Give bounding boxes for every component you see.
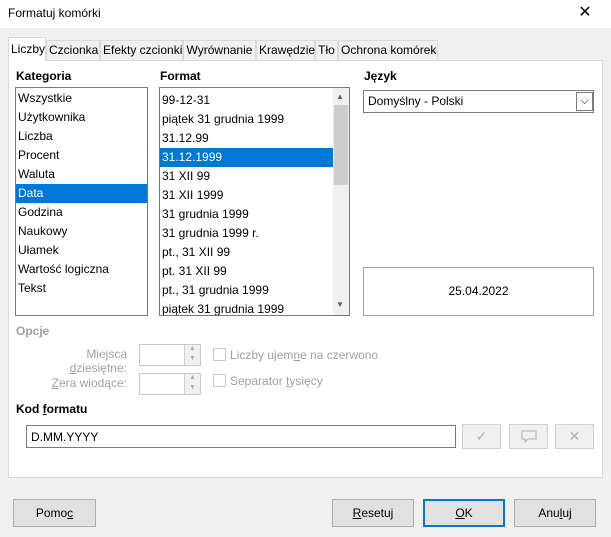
scroll-down-icon[interactable]: ▼ bbox=[336, 300, 344, 309]
format-item[interactable]: piątek 31 grudnia 1999 bbox=[160, 300, 334, 315]
language-label: Język bbox=[364, 69, 397, 83]
check-icon: ✓ bbox=[475, 428, 488, 444]
format-item[interactable]: 31.12.99 bbox=[160, 129, 334, 148]
category-label: Kategoria bbox=[16, 69, 72, 83]
leading-zeros-label: Zera wiodące: bbox=[51, 376, 127, 390]
format-code-label: Kod formatu bbox=[16, 402, 88, 416]
negative-red-checkbox[interactable] bbox=[213, 348, 226, 361]
language-select[interactable]: Domyślny - Polski ⌵ bbox=[363, 90, 594, 113]
tab-czcionka[interactable]: Czcionka bbox=[46, 40, 100, 60]
category-list[interactable]: Wszystkie Użytkownika Liczba Procent Waluta D… bbox=[15, 87, 148, 316]
spin-down-icon[interactable]: ▼ bbox=[189, 384, 196, 391]
decimal-places-label: Miejsca dziesiętne: bbox=[69, 347, 127, 375]
tab-liczby[interactable]: Liczby bbox=[8, 37, 46, 61]
scroll-up-icon[interactable]: ▲ bbox=[336, 92, 344, 101]
category-item[interactable]: Naukowy bbox=[16, 222, 147, 241]
format-item[interactable]: 31 XII 1999 bbox=[160, 186, 334, 205]
category-item[interactable]: Liczba bbox=[16, 127, 147, 146]
ok-button[interactable]: OK bbox=[423, 499, 505, 527]
format-code-value: D.MM.YYYY bbox=[31, 430, 99, 444]
format-item[interactable]: 31.12.1999 bbox=[160, 148, 334, 167]
negative-red-label: Liczby ujemne na czerwono bbox=[230, 348, 379, 362]
tab-ochrona-komorek[interactable]: Ochrona komórek bbox=[338, 40, 438, 60]
chevron-down-icon[interactable]: ⌵ bbox=[576, 92, 593, 111]
category-item[interactable]: Godzina bbox=[16, 203, 147, 222]
comment-format-button[interactable] bbox=[509, 424, 548, 449]
language-value: Domyślny - Polski bbox=[368, 94, 464, 108]
category-item[interactable]: Użytkownika bbox=[16, 108, 147, 127]
tab-efekty-czcionki[interactable]: Efekty czcionki bbox=[100, 40, 183, 60]
category-item[interactable]: Tekst bbox=[16, 279, 147, 298]
category-item[interactable]: Wartość logiczna bbox=[16, 260, 147, 279]
spin-up-icon[interactable]: ▲ bbox=[189, 345, 196, 352]
spinner-buttons: ▲ ▼ bbox=[184, 345, 200, 365]
comment-icon bbox=[521, 430, 536, 444]
format-label: Format bbox=[160, 69, 201, 83]
format-code-input[interactable]: D.MM.YYYY bbox=[26, 425, 456, 448]
thousands-separator-label: Separator tysięcy bbox=[230, 374, 323, 388]
format-item[interactable]: 31 XII 99 bbox=[160, 167, 334, 186]
category-item[interactable]: Data bbox=[16, 184, 147, 203]
thousands-separator-checkbox[interactable] bbox=[213, 374, 226, 387]
format-item[interactable]: 31 grudnia 1999 r. bbox=[160, 224, 334, 243]
category-item[interactable]: Waluta bbox=[16, 165, 147, 184]
format-scrollbar[interactable]: ▲ ▼ bbox=[333, 88, 349, 315]
decimal-places-spinner[interactable]: ▲ ▼ bbox=[139, 344, 201, 366]
leading-zeros-spinner[interactable]: ▲ ▼ bbox=[139, 373, 201, 395]
close-icon[interactable]: ✕ bbox=[572, 2, 598, 24]
delete-icon: ✕ bbox=[568, 428, 581, 444]
spin-down-icon[interactable]: ▼ bbox=[189, 355, 196, 362]
category-item[interactable]: Procent bbox=[16, 146, 147, 165]
delete-format-button[interactable]: ✕ bbox=[555, 424, 594, 449]
format-item[interactable]: pt., 31 XII 99 bbox=[160, 243, 334, 262]
format-item[interactable]: piątek 31 grudnia 1999 bbox=[160, 110, 334, 129]
spin-up-icon[interactable]: ▲ bbox=[189, 374, 196, 381]
preview-value: 25.04.2022 bbox=[448, 284, 509, 298]
format-item[interactable]: 99-12-31 bbox=[160, 91, 334, 110]
format-preview: 25.04.2022 bbox=[363, 267, 594, 316]
format-items: 99-12-31 piątek 31 grudnia 1999 31.12.99 31… bbox=[160, 91, 334, 315]
format-list[interactable]: 99-12-31 piątek 31 grudnia 1999 31.12.99 31… bbox=[159, 87, 350, 316]
accept-format-button[interactable]: ✓ bbox=[462, 424, 501, 449]
format-item[interactable]: pt., 31 grudnia 1999 bbox=[160, 281, 334, 300]
reset-button[interactable]: Resetuj bbox=[332, 499, 414, 527]
category-item[interactable]: Wszystkie bbox=[16, 89, 147, 108]
tab-tlo[interactable]: Tło bbox=[315, 40, 338, 60]
tab-krawedzie[interactable]: Krawędzie bbox=[256, 40, 315, 60]
format-item[interactable]: 31 grudnia 1999 bbox=[160, 205, 334, 224]
category-item[interactable]: Ułamek bbox=[16, 241, 147, 260]
scroll-thumb[interactable] bbox=[334, 105, 348, 185]
format-item[interactable]: pt. 31 XII 99 bbox=[160, 262, 334, 281]
help-button[interactable]: Pomoc bbox=[13, 499, 96, 527]
options-label: Opcje bbox=[16, 324, 50, 338]
cancel-button[interactable]: Anuluj bbox=[514, 499, 596, 527]
tab-wyrownanie[interactable]: Wyrównanie bbox=[183, 40, 256, 60]
window-title: Formatuj komórki bbox=[8, 6, 101, 20]
spinner-buttons: ▲ ▼ bbox=[184, 374, 200, 394]
